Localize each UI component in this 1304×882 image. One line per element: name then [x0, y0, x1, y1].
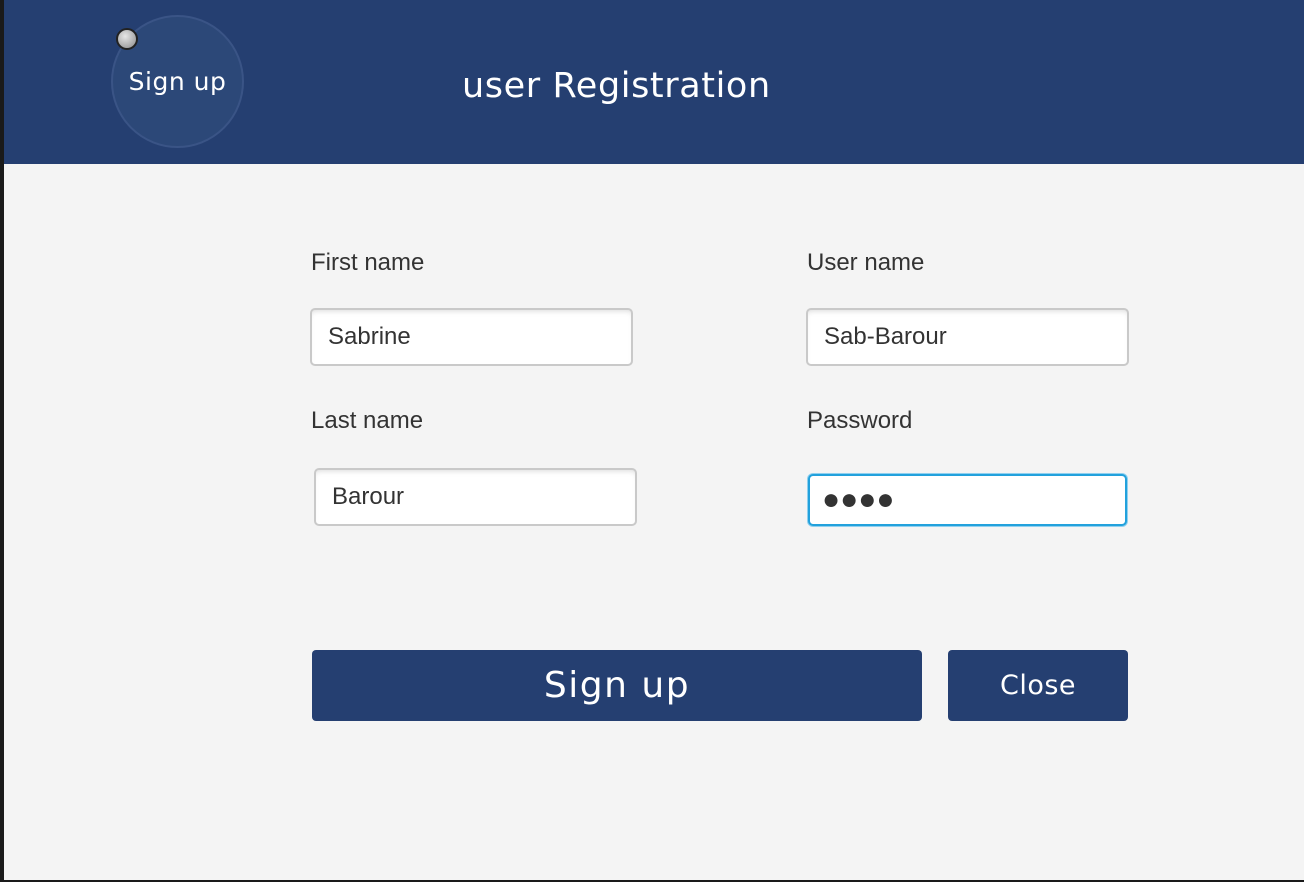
password-label: Password	[807, 407, 913, 434]
first-name-input[interactable]	[310, 308, 633, 366]
radio-indicator-icon[interactable]	[116, 28, 138, 50]
signup-button[interactable]: Sign up	[312, 650, 922, 721]
user-name-label: User name	[807, 249, 925, 276]
user-name-input[interactable]	[806, 308, 1129, 366]
page-title: user Registration	[462, 66, 771, 106]
last-name-label: Last name	[311, 407, 424, 434]
password-input[interactable]	[808, 474, 1127, 526]
first-name-label: First name	[311, 249, 425, 276]
registration-window: Sign up user Registration First name Las…	[4, 0, 1304, 880]
close-button[interactable]: Close	[948, 650, 1128, 721]
header-bar: Sign up user Registration	[4, 0, 1304, 164]
last-name-input[interactable]	[314, 468, 637, 526]
signup-badge-label: Sign up	[128, 67, 227, 96]
